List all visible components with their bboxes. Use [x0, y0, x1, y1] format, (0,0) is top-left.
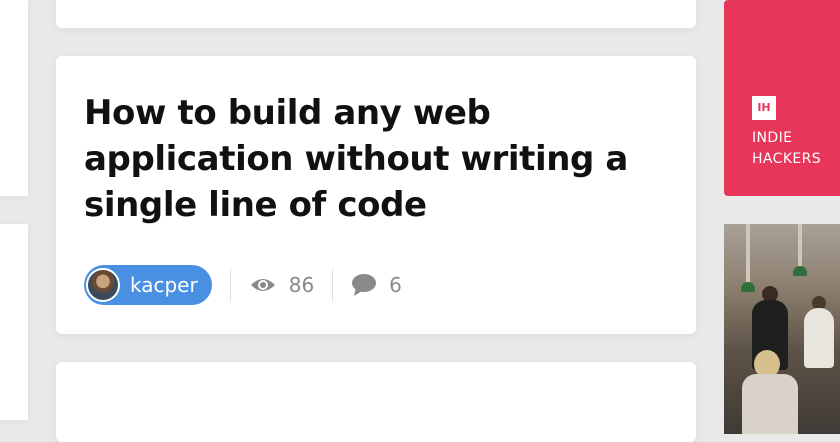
- promo-photo[interactable]: [724, 224, 840, 434]
- post-card-previous[interactable]: [56, 0, 696, 28]
- author-pill[interactable]: kacper: [84, 265, 212, 305]
- meta-divider: [332, 269, 334, 301]
- indie-hackers-banner[interactable]: IH INDIE HACKERS: [724, 0, 840, 196]
- post-meta: kacper 86 6: [84, 264, 402, 306]
- post-card[interactable]: How to build any web application without…: [56, 56, 696, 334]
- comments-count: 6: [389, 273, 402, 297]
- brand-name-line1: INDIE: [752, 130, 793, 146]
- post-card-next[interactable]: [56, 362, 696, 442]
- comment-bubble-icon: [352, 274, 377, 296]
- comments-stat[interactable]: 6: [351, 273, 402, 297]
- left-partial-card-top: [0, 0, 28, 196]
- indie-hackers-logo-icon: IH: [752, 96, 776, 120]
- avatar: [86, 268, 120, 302]
- post-title[interactable]: How to build any web application without…: [84, 90, 674, 228]
- meta-divider: [229, 269, 231, 301]
- brand-name-line2: HACKERS: [752, 151, 822, 167]
- views-stat: 86: [249, 273, 314, 297]
- views-count: 86: [288, 273, 315, 297]
- author-name: kacper: [130, 273, 198, 297]
- eye-icon: [250, 279, 275, 291]
- left-partial-card-bottom: [0, 224, 28, 420]
